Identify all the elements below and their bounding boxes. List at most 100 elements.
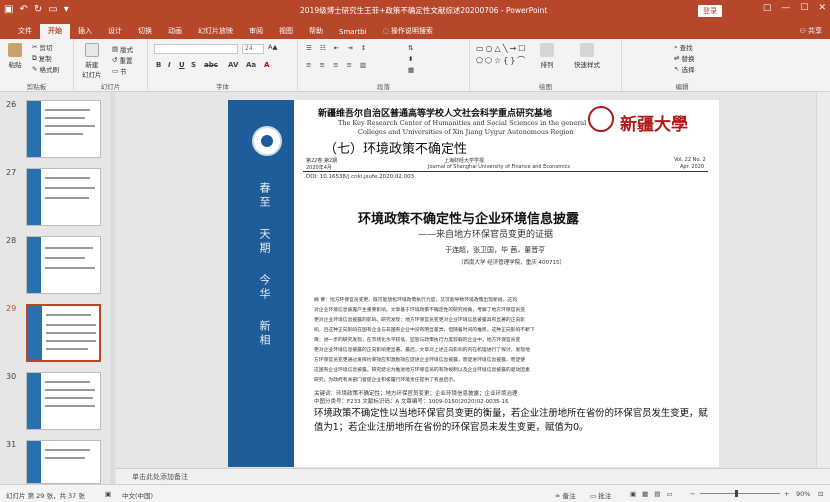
tab-help[interactable]: 帮助 bbox=[301, 24, 331, 39]
slide-body-text[interactable]: 环境政策不确定性以当地环保官员变更的衡量，若企业注册地所在省份的环保官员发生变更… bbox=[314, 407, 714, 435]
spellcheck-icon[interactable]: ▣ bbox=[105, 490, 111, 498]
paste-button[interactable]: 粘贴 bbox=[8, 43, 22, 69]
font-color-icon[interactable]: A bbox=[264, 61, 269, 69]
shapes-gallery-row2[interactable]: ⬠⬡☆{}⌒ bbox=[476, 55, 527, 66]
zoom-slider-knob[interactable] bbox=[735, 490, 738, 497]
select-button[interactable]: ↖ 选择 bbox=[674, 64, 694, 74]
group-label: 绘图 bbox=[539, 83, 552, 91]
tab-review[interactable]: 审阅 bbox=[241, 24, 271, 39]
reset-button[interactable]: ↺ 重置 bbox=[112, 55, 132, 65]
tab-insert[interactable]: 插入 bbox=[70, 24, 100, 39]
zoom-slider[interactable] bbox=[700, 493, 780, 494]
comments-toggle[interactable]: ▭ 批注 bbox=[590, 490, 611, 500]
slide-thumbnail[interactable] bbox=[26, 372, 101, 430]
slide-thumbnail[interactable] bbox=[26, 100, 101, 158]
layout-button[interactable]: ▤ 版式 bbox=[112, 44, 133, 54]
journal-en: Journal of Shanghai University of Financ… bbox=[428, 164, 570, 170]
calligraphy-text: 今华 bbox=[258, 274, 271, 302]
shadow-icon[interactable]: S bbox=[191, 61, 196, 69]
tab-home[interactable]: 开始 bbox=[40, 24, 70, 39]
reset-icon: ↺ bbox=[112, 56, 118, 64]
spacing-icon[interactable]: AV bbox=[228, 61, 238, 69]
group-clipboard: 粘贴 ✂ 剪切 ⧉ 复制 ✎ 格式刷 剪贴板 bbox=[0, 39, 74, 92]
italic-icon[interactable]: I bbox=[168, 61, 171, 69]
group-slides: 新建 幻灯片 ▤ 版式 ↺ 重置 ▭ 节 幻灯片 bbox=[74, 39, 148, 92]
search-icon: ⌕ bbox=[674, 42, 678, 51]
change-case-icon[interactable]: Aa bbox=[246, 61, 256, 69]
language-indicator[interactable]: 中文(中国) bbox=[122, 490, 153, 500]
view-buttons[interactable]: ▣▦▤▭ bbox=[630, 490, 679, 498]
section-button[interactable]: ▭ 节 bbox=[112, 66, 127, 76]
font-name-combo[interactable] bbox=[154, 44, 238, 54]
tab-slideshow[interactable]: 幻灯片放映 bbox=[190, 24, 241, 39]
redo-icon[interactable]: ↻ bbox=[34, 3, 42, 17]
slide-thumbnail[interactable] bbox=[26, 168, 101, 226]
align-text-icon[interactable]: ⬍ bbox=[408, 55, 413, 63]
new-slide-icon bbox=[84, 43, 99, 57]
maximize-icon[interactable]: ☐ bbox=[800, 3, 808, 13]
abstract-line: 更对企业环境信息披露的影响。研究发现：地方环保官员变更对企业环境信息披露具有显著… bbox=[314, 318, 526, 323]
volume-cn: 第22卷 第2期 bbox=[306, 158, 338, 164]
login-button[interactable]: 登录 bbox=[698, 5, 722, 17]
start-presentation-icon[interactable]: ▭ bbox=[48, 3, 57, 17]
customize-qa-icon[interactable]: ▾ bbox=[64, 3, 69, 17]
tell-me-search[interactable]: ◌ 操作说明搜索 bbox=[375, 24, 441, 39]
slide[interactable]: 春至 天期 今华 新相 新疆维吾尔自治区普通高等学校人文社会科学重点研究基地 T… bbox=[228, 100, 719, 467]
undo-icon[interactable]: ↶ bbox=[19, 3, 27, 17]
bold-icon[interactable]: B bbox=[156, 61, 161, 69]
arrange-button[interactable]: 排列 bbox=[540, 43, 554, 69]
thumbnail-scrollbar[interactable] bbox=[110, 92, 115, 484]
thumb-number: 28 bbox=[6, 236, 17, 245]
bullets-icon[interactable]: ☰ ☷ ⇤ ⇥ ↕ bbox=[306, 44, 369, 52]
section-icon: ▭ bbox=[112, 67, 119, 75]
replace-button[interactable]: ⇄ 替换 bbox=[674, 53, 694, 63]
lightbulb-icon: ◌ bbox=[382, 27, 391, 35]
underline-icon[interactable]: U bbox=[179, 61, 185, 69]
comment-icon: ▭ bbox=[590, 492, 599, 500]
slide-position: 幻灯片 第 29 张，共 37 张 bbox=[6, 492, 85, 500]
strikethrough-icon[interactable]: abc bbox=[204, 61, 218, 69]
zoom-level[interactable]: 90% bbox=[796, 490, 810, 498]
share-icon: ⚇ bbox=[799, 27, 808, 35]
smartart-icon[interactable]: ▦ bbox=[408, 66, 414, 74]
tab-design[interactable]: 设计 bbox=[100, 24, 130, 39]
text-direction-icon[interactable]: ⇅ bbox=[408, 44, 413, 52]
save-icon[interactable]: ▣ bbox=[4, 3, 13, 17]
tab-view[interactable]: 视图 bbox=[271, 24, 301, 39]
align-icon[interactable]: ≡ ≡ ≡ ≡ ▥ bbox=[306, 61, 369, 69]
group-font: 24 A▲ B I U S abc AV Aa A 字体 bbox=[148, 39, 298, 92]
shapes-gallery[interactable]: ▭○△╲→☐ bbox=[476, 44, 527, 53]
quick-styles-button[interactable]: 快速样式 bbox=[574, 43, 600, 69]
zoom-in-button[interactable]: + bbox=[784, 490, 789, 498]
find-button[interactable]: ⌕ 查找 bbox=[674, 42, 693, 53]
slide-thumbnail[interactable] bbox=[26, 236, 101, 294]
window-title: 2019级博士研究生王菲+政策不确定性文献综述20200706 - PowerP… bbox=[300, 6, 548, 15]
tab-smartbi[interactable]: Smartbi bbox=[331, 26, 375, 39]
share-button[interactable]: ⚇ 共享 bbox=[799, 26, 822, 36]
paper-authors: 于连超，张卫国，毕 茜，董晋亨 bbox=[445, 246, 546, 254]
research-center-title: 新疆维吾尔自治区普通高等学校人文社会科学重点研究基地 bbox=[318, 109, 553, 119]
copy-button[interactable]: ⧉ 复制 bbox=[32, 53, 52, 64]
slide-thumbnail-selected[interactable] bbox=[26, 304, 101, 362]
thumb-number: 29 bbox=[6, 304, 17, 313]
notes-pane[interactable]: 单击此处添加备注 bbox=[116, 468, 830, 484]
tab-transitions[interactable]: 切换 bbox=[130, 24, 160, 39]
font-size-combo[interactable]: 24 bbox=[242, 44, 264, 54]
group-label: 幻灯片 bbox=[100, 83, 121, 91]
tab-file[interactable]: 文件 bbox=[10, 24, 40, 39]
section-title: （七）环境政策不确定性 bbox=[324, 142, 468, 157]
fit-slide-icon[interactable]: ⊡ bbox=[818, 490, 823, 498]
notes-toggle[interactable]: ≐ 备注 bbox=[555, 490, 576, 500]
cut-button[interactable]: ✂ 剪切 bbox=[32, 42, 52, 52]
zoom-out-button[interactable]: − bbox=[690, 490, 695, 498]
canvas-scrollbar[interactable] bbox=[816, 92, 830, 468]
tab-animations[interactable]: 动画 bbox=[160, 24, 190, 39]
new-slide-button[interactable]: 新建 幻灯片 bbox=[82, 43, 102, 79]
minimize-icon[interactable]: — bbox=[781, 3, 790, 13]
slide-thumbnail[interactable] bbox=[26, 440, 101, 484]
close-icon[interactable]: ✕ bbox=[818, 3, 826, 13]
format-painter-button[interactable]: ✎ 格式刷 bbox=[32, 64, 59, 74]
grow-font-icon[interactable]: A▲ bbox=[268, 43, 277, 51]
paper-subtitle: ——来自地方环保官员变更的证据 bbox=[418, 230, 554, 240]
ribbon-display-icon[interactable]: ▢ bbox=[763, 3, 772, 13]
